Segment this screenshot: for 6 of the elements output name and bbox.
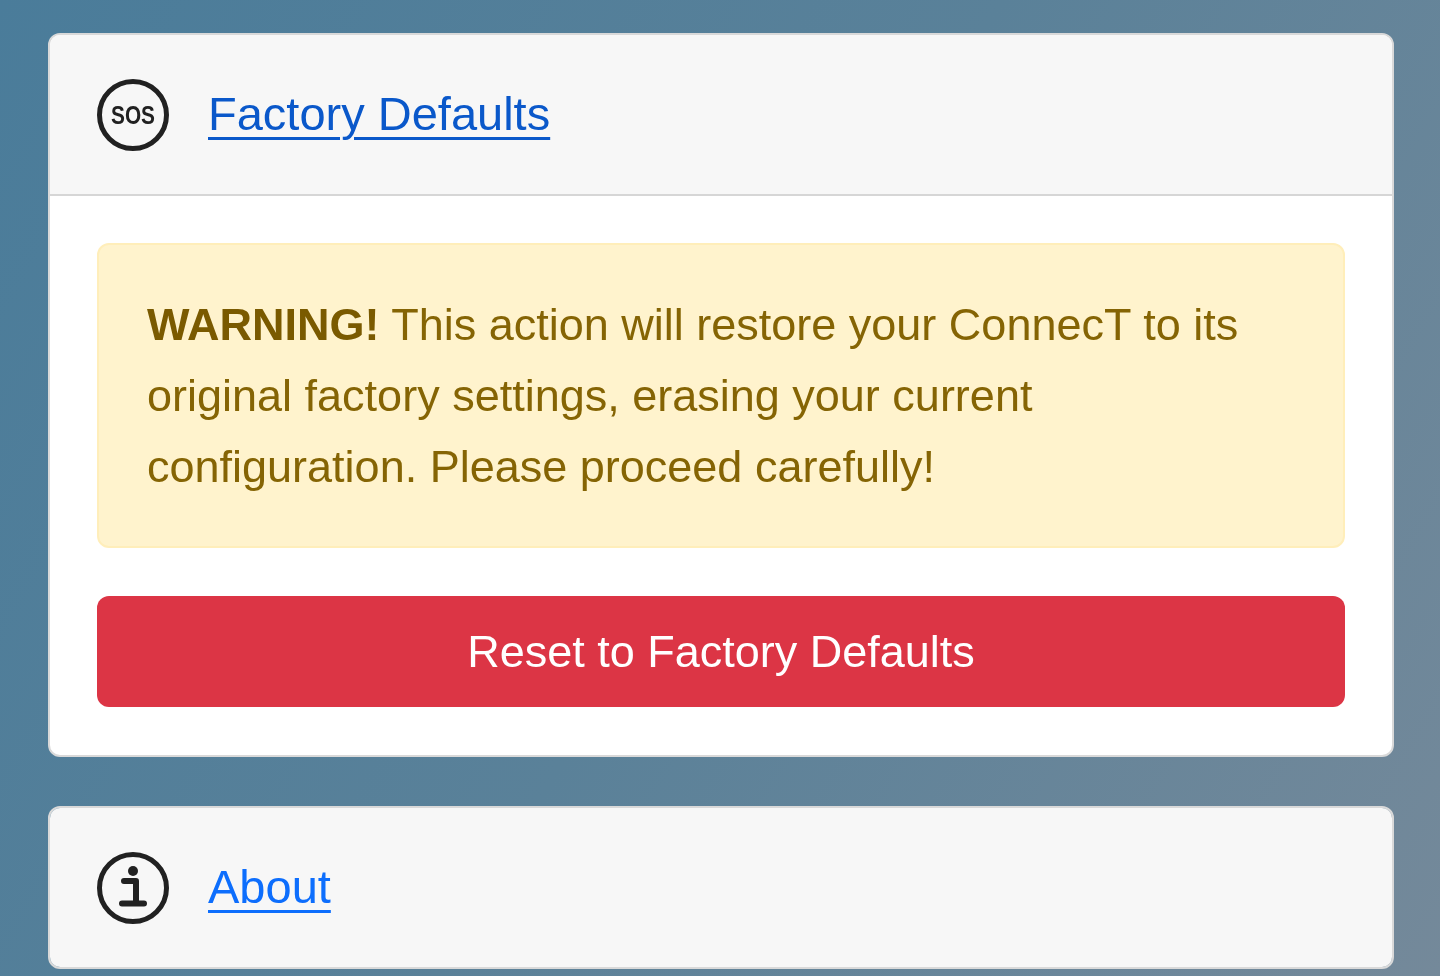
reset-button[interactable]: Reset to Factory Defaults [97, 596, 1345, 707]
sos-icon: SOS [97, 78, 169, 151]
info-icon [97, 851, 169, 924]
section-link[interactable]: Factory Defaults [208, 86, 551, 143]
section-link[interactable]: About [208, 859, 331, 916]
warning-text: WARNING! This action will restore your ConnecT to its original factory settings, erasing your current configuration. Please proceed carefully! [147, 298, 1240, 494]
